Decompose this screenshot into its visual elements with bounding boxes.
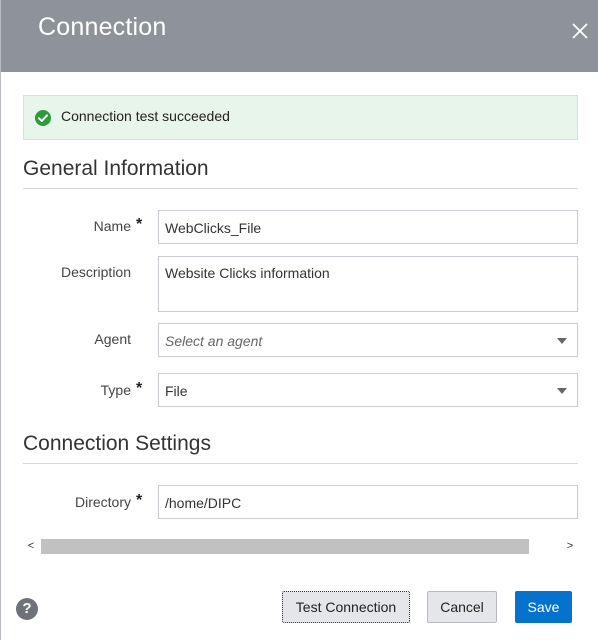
required-marker: *	[136, 216, 143, 233]
close-icon	[572, 23, 588, 39]
directory-input[interactable]: /home/DIPC	[158, 485, 578, 519]
success-banner: Connection test succeeded	[23, 95, 578, 140]
agent-select[interactable]: Select an agent	[158, 323, 578, 357]
required-marker: *	[136, 492, 143, 509]
dialog-title: Connection	[38, 13, 167, 41]
directory-value: /home/DIPC	[165, 495, 242, 511]
horizontal-scrollbar[interactable]: < >	[23, 539, 578, 554]
check-circle-icon	[35, 110, 51, 126]
close-button[interactable]	[567, 18, 593, 44]
section-divider	[23, 188, 578, 189]
description-textarea[interactable]: Website Clicks information	[158, 256, 578, 312]
type-value: File	[165, 383, 188, 399]
chevron-down-icon	[557, 388, 567, 394]
name-value: WebClicks_File	[165, 220, 262, 236]
description-label: Description	[60, 264, 131, 280]
directory-label: Directory	[74, 494, 131, 510]
help-icon[interactable]: ?	[16, 598, 38, 620]
description-value: Website Clicks information	[165, 265, 330, 281]
banner-message: Connection test succeeded	[61, 108, 230, 124]
section-divider	[23, 463, 578, 464]
general-information-heading: General Information	[23, 157, 209, 180]
chevron-down-icon	[557, 338, 567, 344]
test-connection-button[interactable]: Test Connection	[282, 591, 410, 623]
dialog-header: Connection	[1, 0, 598, 72]
connection-settings-heading: Connection Settings	[23, 432, 211, 455]
name-label: Name	[93, 218, 131, 234]
agent-placeholder: Select an agent	[165, 333, 263, 349]
scroll-right-arrow[interactable]: >	[562, 539, 578, 554]
cancel-button[interactable]: Cancel	[427, 591, 497, 623]
agent-label: Agent	[94, 331, 131, 347]
required-marker: *	[136, 380, 143, 397]
scroll-left-arrow[interactable]: <	[23, 539, 39, 554]
type-select[interactable]: File	[158, 373, 578, 407]
save-button[interactable]: Save	[515, 591, 572, 623]
scroll-thumb[interactable]	[41, 539, 529, 554]
name-input[interactable]: WebClicks_File	[158, 210, 578, 244]
connection-dialog: Connection Connection test succeeded Gen…	[0, 0, 598, 640]
type-label: Type	[100, 382, 131, 398]
